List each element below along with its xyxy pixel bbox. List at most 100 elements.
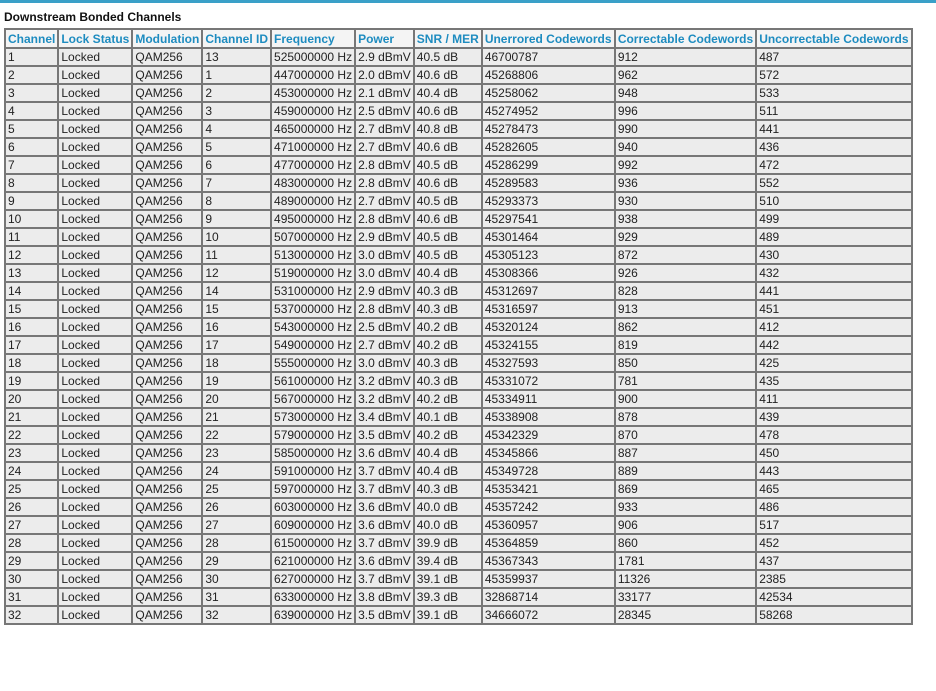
snr-mer-cell: 40.6 dB [412,209,483,229]
channel-cell: 7 [3,155,60,175]
channel-cell: 24 [3,461,60,481]
power-cell: 2.7 dBmV [354,119,415,139]
modulation-cell: QAM256 [131,407,204,427]
column-header-lock-status: Lock Status [57,28,134,49]
correctable-codewords-cell: 850 [613,353,758,373]
lock-status-cell: Locked [57,245,134,265]
channel-cell: 32 [3,605,60,625]
power-cell: 3.7 dBmV [354,533,415,553]
uncorrectable-codewords-cell: 511 [755,101,913,121]
power-cell: 3.5 dBmV [354,605,415,625]
lock-status-cell: Locked [57,569,134,589]
channel-id-cell: 18 [201,353,273,373]
channel-cell: 28 [3,533,60,553]
channel-id-cell: 23 [201,443,273,463]
lock-status-cell: Locked [57,47,134,67]
correctable-codewords-cell: 926 [613,263,758,283]
uncorrectable-codewords-cell: 443 [755,461,913,481]
power-cell: 2.1 dBmV [354,83,415,103]
top-accent-bar [0,0,936,3]
unerrored-codewords-cell: 45286299 [480,155,616,175]
channel-id-cell: 1 [201,65,273,85]
table-row: 9 Locked QAM256 8 489000000 Hz 2.7 dBmV 40.5 d… [3,191,913,211]
unerrored-codewords-cell: 45316597 [480,299,616,319]
correctable-codewords-cell: 828 [613,281,758,301]
downstream-channels-table: Channel Lock Status Modulation Channel I… [3,28,913,625]
uncorrectable-codewords-cell: 451 [755,299,913,319]
table-row: 19 Locked QAM256 19 561000000 Hz 3.2 dBmV 40.3… [3,371,913,391]
table-row: 17 Locked QAM256 17 549000000 Hz 2.7 dBmV 40.2… [3,335,913,355]
snr-mer-cell: 39.1 dB [412,605,483,625]
uncorrectable-codewords-cell: 452 [755,533,913,553]
column-header-frequency: Frequency [270,28,357,49]
frequency-cell: 639000000 Hz [270,605,357,625]
unerrored-codewords-cell: 45301464 [480,227,616,247]
lock-status-cell: Locked [57,443,134,463]
table-row: 18 Locked QAM256 18 555000000 Hz 3.0 dBmV 40.3… [3,353,913,373]
modulation-cell: QAM256 [131,65,204,85]
channel-cell: 14 [3,281,60,301]
correctable-codewords-cell: 929 [613,227,758,247]
modulation-cell: QAM256 [131,101,204,121]
power-cell: 3.0 dBmV [354,353,415,373]
frequency-cell: 567000000 Hz [270,389,357,409]
snr-mer-cell: 40.3 dB [412,353,483,373]
frequency-cell: 555000000 Hz [270,353,357,373]
unerrored-codewords-cell: 45297541 [480,209,616,229]
table-row: 23 Locked QAM256 23 585000000 Hz 3.6 dBmV 40.4… [3,443,913,463]
frequency-cell: 621000000 Hz [270,551,357,571]
snr-mer-cell: 40.2 dB [412,425,483,445]
uncorrectable-codewords-cell: 472 [755,155,913,175]
table-body: 1 Locked QAM256 13 525000000 Hz 2.9 dBmV 40.5 … [3,47,913,625]
channel-id-cell: 11 [201,245,273,265]
table-row: 22 Locked QAM256 22 579000000 Hz 3.5 dBmV 40.2… [3,425,913,445]
power-cell: 2.7 dBmV [354,335,415,355]
channel-cell: 26 [3,497,60,517]
correctable-codewords-cell: 906 [613,515,758,535]
power-cell: 2.8 dBmV [354,299,415,319]
unerrored-codewords-cell: 45364859 [480,533,616,553]
snr-mer-cell: 40.3 dB [412,371,483,391]
snr-mer-cell: 40.3 dB [412,479,483,499]
channel-id-cell: 30 [201,569,273,589]
modulation-cell: QAM256 [131,551,204,571]
lock-status-cell: Locked [57,119,134,139]
correctable-codewords-cell: 992 [613,155,758,175]
channel-cell: 31 [3,587,60,607]
channel-id-cell: 26 [201,497,273,517]
correctable-codewords-cell: 996 [613,101,758,121]
uncorrectable-codewords-cell: 486 [755,497,913,517]
channel-cell: 1 [3,47,60,67]
unerrored-codewords-cell: 32868714 [480,587,616,607]
correctable-codewords-cell: 862 [613,317,758,337]
frequency-cell: 459000000 Hz [270,101,357,121]
power-cell: 2.8 dBmV [354,173,415,193]
unerrored-codewords-cell: 45274952 [480,101,616,121]
table-row: 20 Locked QAM256 20 567000000 Hz 3.2 dBmV 40.2… [3,389,913,409]
snr-mer-cell: 40.6 dB [412,65,483,85]
channel-id-cell: 20 [201,389,273,409]
power-cell: 3.6 dBmV [354,443,415,463]
power-cell: 3.8 dBmV [354,587,415,607]
table-row: 3 Locked QAM256 2 453000000 Hz 2.1 dBmV 40.4 d… [3,83,913,103]
table-row: 31 Locked QAM256 31 633000000 Hz 3.8 dBmV 39.3… [3,587,913,607]
channel-cell: 8 [3,173,60,193]
modulation-cell: QAM256 [131,191,204,211]
frequency-cell: 465000000 Hz [270,119,357,139]
channel-id-cell: 9 [201,209,273,229]
lock-status-cell: Locked [57,137,134,157]
snr-mer-cell: 40.6 dB [412,101,483,121]
table-row: 8 Locked QAM256 7 483000000 Hz 2.8 dBmV 40.6 d… [3,173,913,193]
table-row: 24 Locked QAM256 24 591000000 Hz 3.7 dBmV 40.4… [3,461,913,481]
channel-id-cell: 12 [201,263,273,283]
snr-mer-cell: 40.6 dB [412,173,483,193]
correctable-codewords-cell: 990 [613,119,758,139]
modulation-cell: QAM256 [131,425,204,445]
lock-status-cell: Locked [57,335,134,355]
modulation-cell: QAM256 [131,443,204,463]
lock-status-cell: Locked [57,533,134,553]
table-row: 7 Locked QAM256 6 477000000 Hz 2.8 dBmV 40.5 d… [3,155,913,175]
frequency-cell: 495000000 Hz [270,209,357,229]
snr-mer-cell: 40.2 dB [412,317,483,337]
frequency-cell: 519000000 Hz [270,263,357,283]
